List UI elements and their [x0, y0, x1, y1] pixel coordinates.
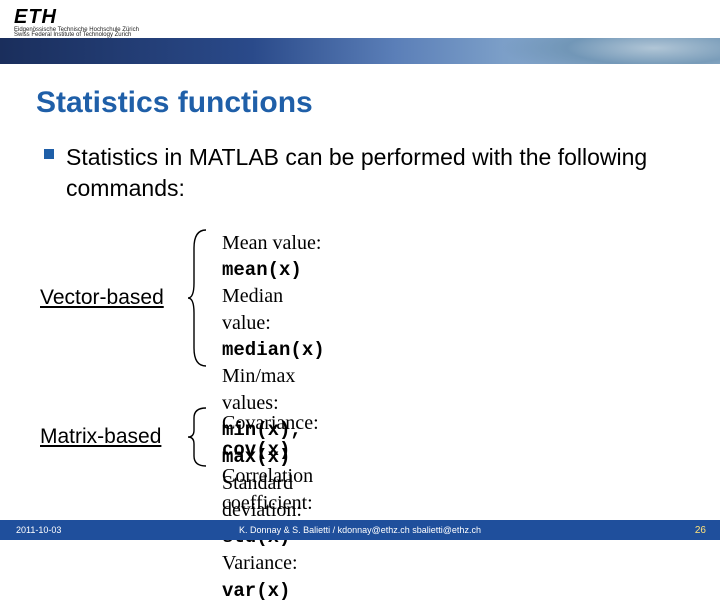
slide-footer: 2011-10-03 K. Donnay & S. Balietti / kdo… — [0, 520, 720, 540]
cmd-desc: Variance: — [222, 552, 298, 574]
logo: ETH — [14, 6, 139, 29]
cmd-row: Mean value: mean(x) — [222, 230, 325, 283]
cmd-row: Covariance: cov(x) — [222, 410, 347, 463]
brace-icon — [188, 228, 206, 368]
bullet-item: Statistics in MATLAB can be performed wi… — [44, 142, 664, 204]
header-banner — [0, 38, 720, 64]
slide-header: ETH Eidgenössische Technische Hochschule… — [0, 0, 720, 62]
bullet-icon — [44, 149, 54, 159]
logo-area: ETH Eidgenössische Technische Hochschule… — [14, 6, 139, 38]
cmd-desc: Mean value: — [222, 232, 321, 254]
slide-title: Statistics functions — [36, 86, 313, 120]
footer-page-number: 26 — [695, 525, 706, 536]
cmd-desc: Min/max values: — [222, 365, 295, 413]
footer-credit: K. Donnay & S. Balietti / kdonnay@ethz.c… — [239, 525, 481, 535]
footer-date: 2011-10-03 — [16, 525, 61, 535]
cmd-row: Median value: median(x) — [222, 283, 325, 363]
cmd-code: cov(x) — [222, 439, 290, 461]
cmd-row: Variance: var(x) — [222, 550, 325, 603]
cmd-desc: Median value: — [222, 285, 283, 333]
cmd-code: var(x) — [222, 580, 290, 602]
bullet-text: Statistics in MATLAB can be performed wi… — [66, 142, 664, 204]
cmd-desc: Correlation coefficient: — [222, 465, 313, 513]
brace-icon — [188, 406, 206, 468]
group-vector-label: Vector-based — [40, 286, 164, 310]
cmd-desc: Covariance: — [222, 412, 319, 434]
group-matrix-label: Matrix-based — [40, 425, 161, 449]
cmd-code: mean(x) — [222, 259, 302, 281]
cmd-code: median(x) — [222, 339, 325, 361]
